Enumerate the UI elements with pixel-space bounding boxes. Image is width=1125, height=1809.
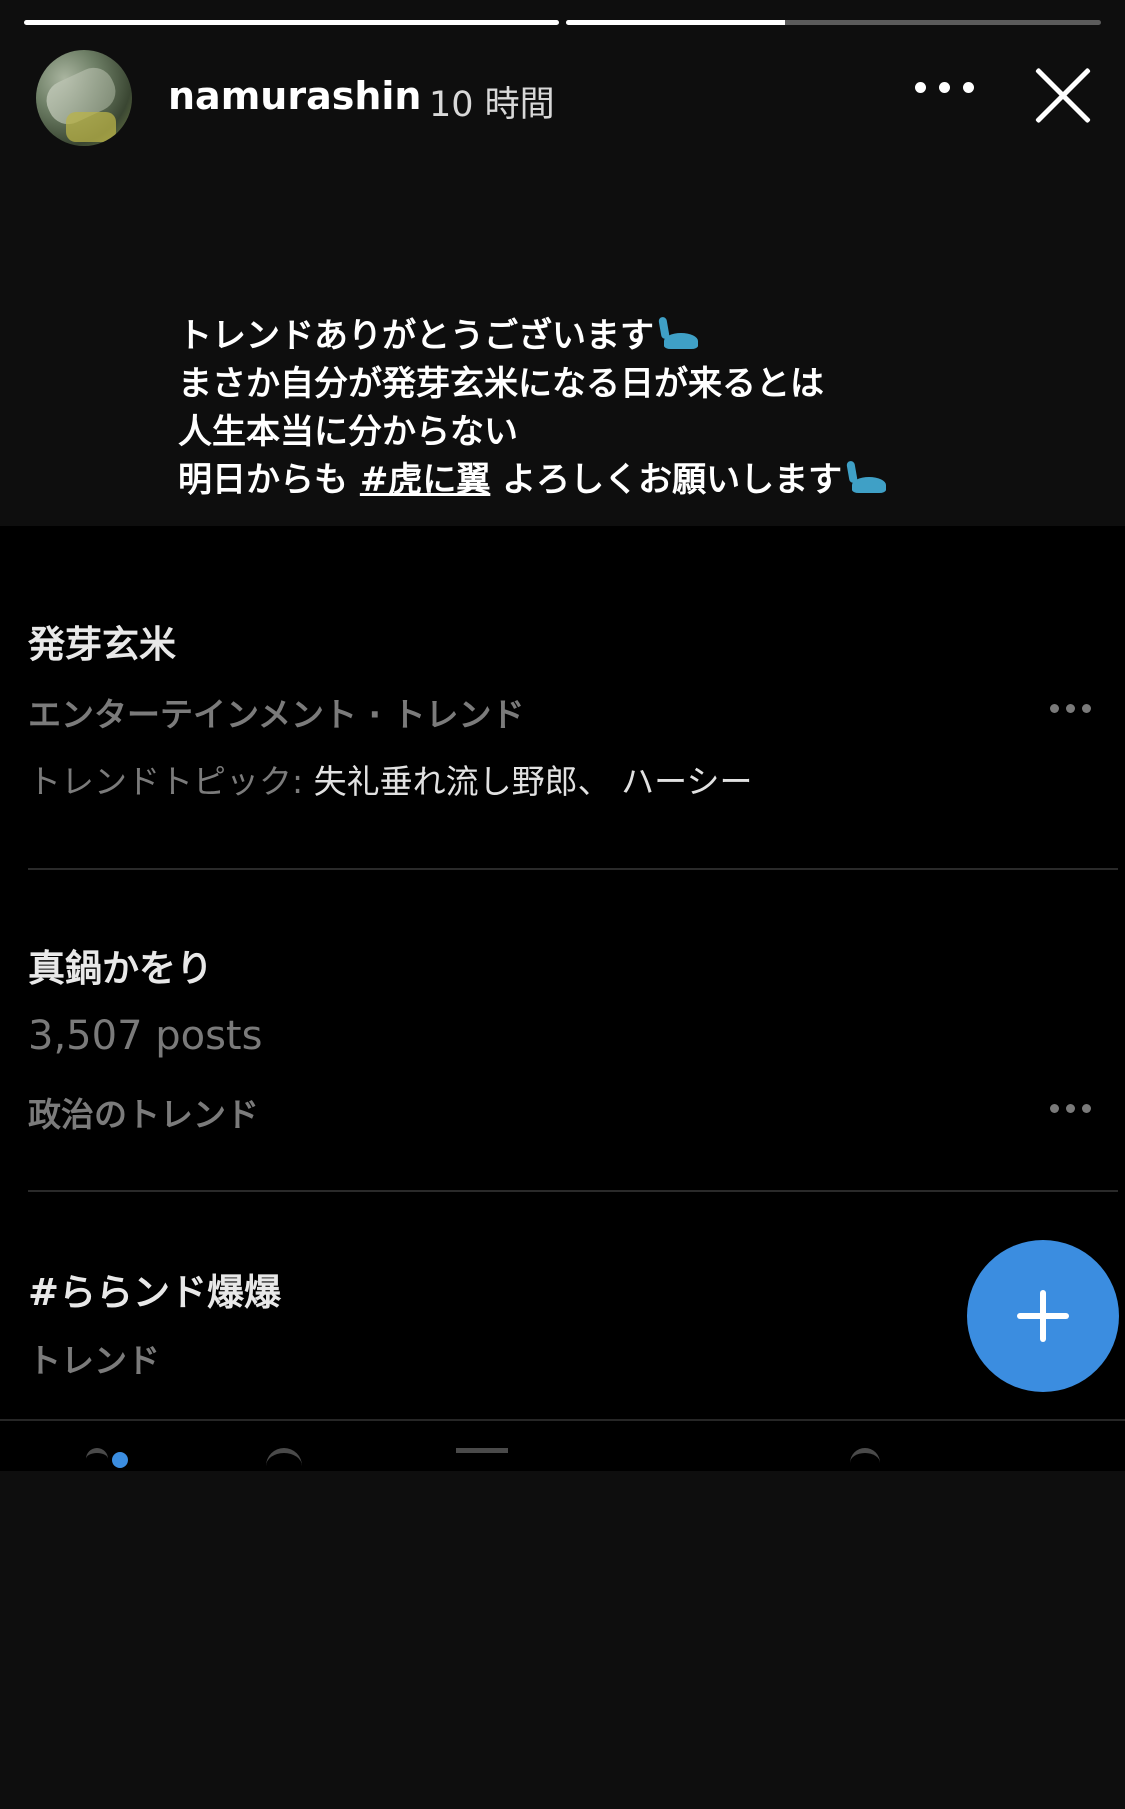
trend-more-icon[interactable] [1050, 704, 1094, 714]
caption-line-2: まさか自分が発芽玄米になる日が来るとは [178, 364, 824, 404]
avatar[interactable] [36, 50, 132, 146]
more-icon[interactable] [915, 78, 975, 98]
caption-line-4a: 明日からも [178, 460, 360, 500]
notifications-icon[interactable] [850, 1448, 880, 1475]
trend-category: トレンド [28, 1341, 160, 1380]
story-caption: トレンドありがとうございます まさか自分が発芽玄米になる日が来るとは 人生本当に… [178, 312, 1058, 504]
story-progress-2-fill [566, 20, 786, 25]
trend-title[interactable]: 真鍋かをり [28, 938, 213, 992]
story-progress-2 [566, 20, 1101, 25]
username[interactable]: namurashin [168, 74, 421, 118]
trend-category: エンターテインメント · トレンド [28, 695, 525, 734]
trend-title[interactable]: #ららンド爆爆 [28, 1262, 281, 1316]
caption-line-1: トレンドありがとうございます [178, 316, 654, 356]
close-icon[interactable] [1028, 62, 1098, 132]
trend-topics-label: トレンドトピック: [28, 762, 314, 801]
dinosaur-emoji-icon [846, 460, 888, 495]
trend-more-icon[interactable] [1050, 1104, 1094, 1114]
trend-post-count: 3,507 posts [28, 1013, 263, 1059]
bottom-nav-border [0, 1419, 1125, 1421]
trend-topics-value: 失礼垂れ流し野郎、 ハーシー [313, 762, 753, 801]
home-icon[interactable] [86, 1448, 108, 1475]
story-progress-1 [24, 20, 559, 25]
divider [28, 1190, 1118, 1192]
communities-icon[interactable] [456, 1448, 508, 1475]
caption-line-3: 人生本当に分からない [178, 412, 518, 452]
story-progress-1-fill [24, 20, 559, 25]
notification-dot [112, 1452, 128, 1468]
trend-title[interactable]: 発芽玄米 [28, 614, 176, 668]
divider [28, 868, 1118, 870]
trend-category: 政治のトレンド [28, 1095, 259, 1134]
dinosaur-emoji-icon [658, 316, 700, 351]
post-time: 10 時間 [429, 85, 555, 125]
trend-topics: トレンドトピック: 失礼垂れ流し野郎、 ハーシー [28, 755, 752, 803]
caption-line-4b: よろしくお願いします [490, 460, 843, 500]
compose-plus-icon[interactable] [967, 1240, 1119, 1392]
caption-hashtag[interactable]: #虎に翼 [360, 460, 491, 500]
